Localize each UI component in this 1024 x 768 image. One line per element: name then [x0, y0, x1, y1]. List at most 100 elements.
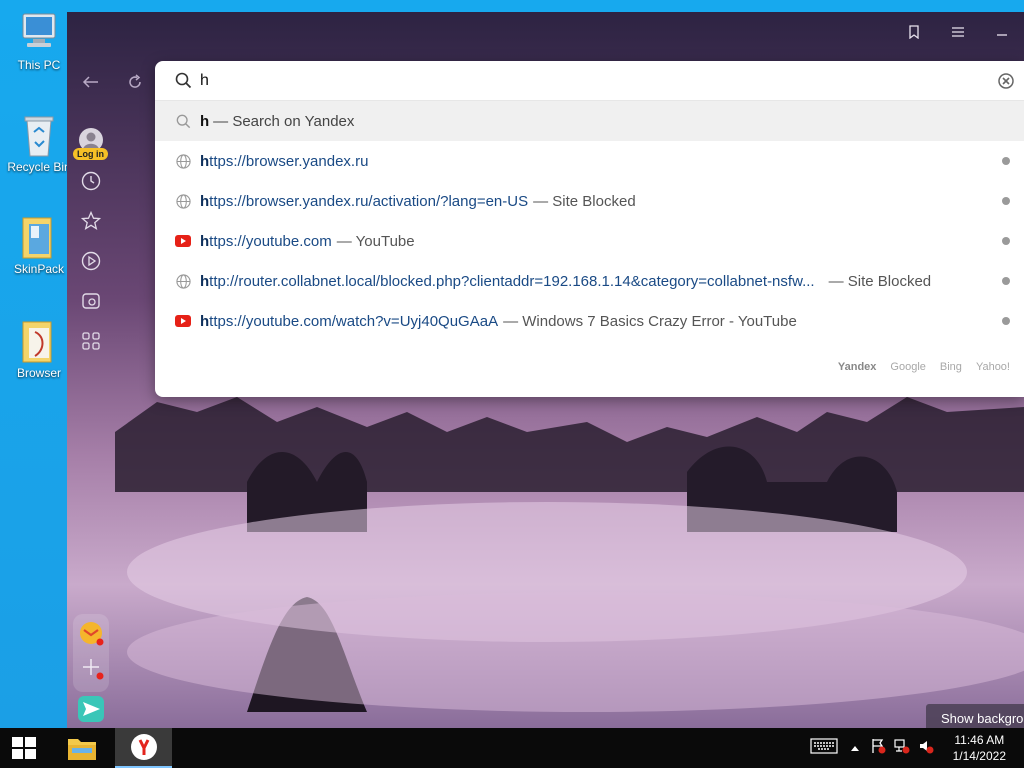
bookmarks-button[interactable]: [892, 22, 936, 42]
desktop-icon-this-pc[interactable]: This PC: [4, 10, 74, 72]
suggestion-url: https://browser.yandex.ru: [200, 152, 369, 170]
engine-google[interactable]: Google: [890, 361, 925, 373]
youtube-icon: [175, 313, 191, 329]
clock[interactable]: 11:46 AM 1/14/2022: [953, 732, 1006, 764]
desktop-icon-recycle-bin[interactable]: Recycle Bin: [4, 112, 74, 174]
reload-icon: [129, 74, 141, 88]
mail-icon: [80, 622, 104, 646]
remove-suggestion-dot[interactable]: [1002, 237, 1010, 245]
suggestion-url: https://youtube.com/watch?v=Uyj40QuGAaA: [200, 312, 499, 330]
suggestion-title: — Windows 7 Basics Crazy Error - YouTube: [503, 312, 797, 330]
plus-icon: [83, 659, 104, 680]
search-icon: [175, 72, 192, 89]
suggestion-item[interactable]: https://browser.yandex.ru/activation/?la…: [155, 181, 1024, 221]
suggestion-title: — Site Blocked: [533, 192, 636, 210]
star-icon: [81, 211, 101, 231]
omnibox-dropdown: h — Search on Yandex https://browser.yan…: [155, 61, 1024, 397]
suggestion-item[interactable]: https://youtube.com — YouTube: [155, 221, 1024, 261]
desktop-icon-label: Browser: [16, 366, 61, 380]
start-button[interactable]: [0, 728, 48, 768]
grid-icon: [82, 332, 100, 350]
network-button[interactable]: [894, 738, 910, 759]
apps-button[interactable]: [77, 327, 105, 355]
add-panel-button[interactable]: [78, 654, 104, 685]
show-hidden-icons-button[interactable]: [850, 739, 860, 757]
suggestion-url: https://youtube.com: [200, 232, 332, 250]
suggestion-search[interactable]: h — Search on Yandex: [155, 101, 1024, 141]
address-input[interactable]: [200, 71, 960, 90]
sidebar-bottom-panel: [73, 614, 109, 692]
globe-icon: [175, 273, 191, 289]
globe-icon: [175, 153, 191, 169]
recycle-bin-icon: [17, 112, 61, 157]
folder-icon: [17, 214, 61, 259]
computer-icon: [17, 10, 61, 54]
menu-button[interactable]: [936, 22, 980, 42]
youtube-icon: [175, 233, 191, 249]
media-button[interactable]: [77, 247, 105, 275]
bookmark-icon: [909, 25, 919, 39]
camera-icon: [82, 293, 100, 309]
clock-date: 1/14/2022: [952, 749, 1006, 763]
network-icon: [894, 738, 910, 753]
bookmarks-sidebar-button[interactable]: [77, 207, 105, 235]
taskbar: 11:46 AM 1/14/2022: [0, 728, 1024, 768]
globe-icon: [175, 193, 191, 209]
messenger-button[interactable]: [77, 695, 105, 728]
suggestion-title: — Site Blocked: [828, 272, 932, 290]
yandex-browser-icon: [130, 734, 157, 760]
folder-icon: [17, 318, 61, 363]
remove-suggestion-dot[interactable]: [1002, 317, 1010, 325]
yandex-browser-taskbar-button[interactable]: [115, 728, 172, 768]
clear-button[interactable]: [998, 73, 1014, 89]
suggestion-item[interactable]: https://youtube.com/watch?v=Uyj40QuGAaA …: [155, 301, 1024, 341]
chevron-up-icon: [851, 746, 859, 751]
menu-icon: [952, 27, 964, 37]
omnibox-input-row: [155, 61, 1024, 101]
history-button[interactable]: [77, 167, 105, 195]
remove-suggestion-dot[interactable]: [1002, 197, 1010, 205]
desktop-icon-label: SkinPack: [13, 262, 65, 276]
play-icon: [81, 251, 101, 271]
window-controls: [892, 22, 1024, 42]
suggestion-url: http://router.collabnet.local/blocked.ph…: [200, 272, 815, 290]
messenger-icon: [78, 696, 104, 722]
folder-icon: [68, 739, 96, 760]
arrow-left-icon: [82, 76, 98, 88]
minimize-icon: [997, 34, 1007, 36]
mail-button[interactable]: [78, 620, 104, 651]
suggestion-url: https://browser.yandex.ru/activation/?la…: [200, 192, 529, 210]
remove-suggestion-dot[interactable]: [1002, 277, 1010, 285]
engine-yahoo[interactable]: Yahoo!: [976, 361, 1010, 373]
close-circle-icon: [998, 73, 1014, 89]
screenshot-button[interactable]: [77, 287, 105, 315]
remove-suggestion-dot[interactable]: [1002, 157, 1010, 165]
minimize-button[interactable]: [980, 22, 1024, 42]
volume-button[interactable]: [918, 738, 934, 759]
suggestion-item[interactable]: http://router.collabnet.local/blocked.ph…: [155, 261, 1024, 301]
flag-icon: [872, 738, 886, 753]
clock-icon: [81, 171, 101, 191]
suggestion-item[interactable]: https://browser.yandex.ru: [155, 141, 1024, 181]
clock-time: 11:46 AM: [954, 733, 1005, 747]
desktop-icon-browser[interactable]: Browser: [4, 318, 74, 380]
keyboard-button[interactable]: [810, 737, 838, 759]
back-button[interactable]: [77, 70, 105, 94]
file-explorer-button[interactable]: [58, 728, 106, 768]
suggestion-title: — YouTube: [336, 232, 415, 250]
desktop-icon-label: Recycle Bin: [7, 160, 71, 174]
login-badge[interactable]: Log in: [73, 148, 108, 160]
engine-yandex[interactable]: Yandex: [838, 361, 877, 373]
suggestion-query: h: [200, 112, 210, 130]
search-engine-selector: Yandex Google Bing Yahoo!: [838, 361, 1010, 373]
desktop-icon-label: This PC: [17, 58, 61, 72]
engine-bing[interactable]: Bing: [940, 361, 962, 373]
windows-logo-icon: [12, 737, 36, 759]
reload-button[interactable]: [121, 70, 149, 94]
speaker-muted-icon: [920, 740, 934, 753]
keyboard-icon: [810, 737, 838, 754]
action-center-flag-button[interactable]: [870, 738, 886, 759]
desktop-icon-skinpack[interactable]: SkinPack: [4, 214, 74, 276]
system-tray: [810, 728, 934, 768]
suggestion-text: — Search on Yandex: [213, 112, 355, 130]
